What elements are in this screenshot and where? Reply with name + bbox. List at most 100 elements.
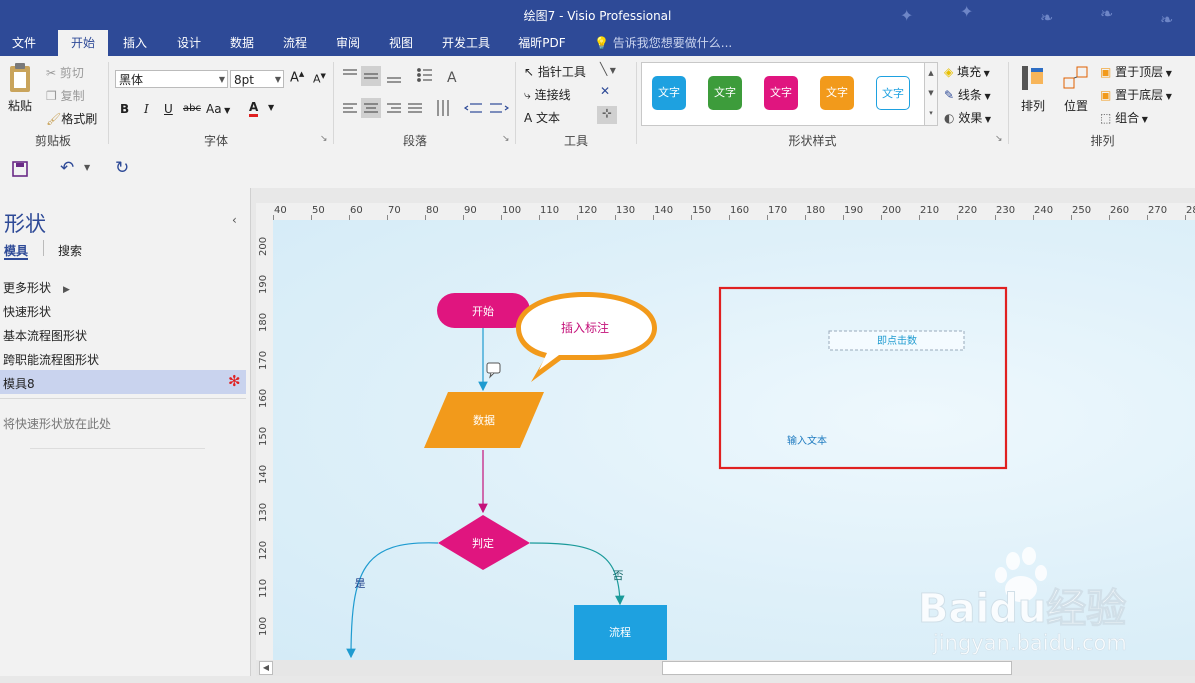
stencil-cross-functional[interactable]: 跨职能流程图形状 bbox=[3, 351, 99, 368]
pointer-tool-button[interactable]: ↖ 指针工具 bbox=[524, 63, 586, 80]
chevron-down-icon[interactable]: ▼ bbox=[84, 163, 90, 172]
stencil-basic-flowchart[interactable]: 基本流程图形状 bbox=[3, 327, 87, 344]
collapse-pane-icon[interactable]: ‹ bbox=[232, 213, 237, 227]
dialog-launcher-icon[interactable]: ↘ bbox=[995, 134, 1003, 144]
font-color-button[interactable]: A bbox=[249, 100, 259, 117]
drawing-canvas[interactable]: 开始 插入标注 数据 判定 是 否 流程 即点击数 输入文本 Baidu经验 j… bbox=[273, 220, 1195, 660]
diagram-svg[interactable]: 开始 插入标注 数据 判定 是 否 流程 即点击数 输入文本 Baidu经验 j… bbox=[273, 220, 1195, 660]
tell-me-box[interactable]: 💡 告诉我您想要做什么... bbox=[594, 30, 732, 56]
connector-no[interactable] bbox=[529, 542, 625, 606]
group-shape-styles-label: 形状样式 bbox=[788, 134, 837, 148]
tell-me-label: 告诉我您想要做什么... bbox=[612, 36, 733, 50]
align-top-icon[interactable] bbox=[343, 69, 357, 75]
arrange-button[interactable]: 排列 bbox=[1014, 64, 1052, 114]
save-icon[interactable] bbox=[12, 161, 28, 177]
scroll-left-icon[interactable]: ◀ bbox=[259, 661, 273, 675]
shrink-font-button[interactable]: A▼ bbox=[313, 72, 326, 86]
style-swatch-magenta[interactable]: 文字 bbox=[764, 76, 798, 110]
tab-search[interactable]: 搜索 bbox=[58, 242, 82, 259]
paste-button[interactable]: 粘贴 bbox=[4, 62, 36, 114]
grow-font-button[interactable]: A▲ bbox=[290, 70, 304, 85]
connector-icon: ⤷ bbox=[524, 88, 531, 102]
tab-process[interactable]: 流程 bbox=[272, 30, 318, 56]
tab-review[interactable]: 审阅 bbox=[325, 30, 371, 56]
decrease-indent-icon[interactable] bbox=[463, 103, 482, 113]
style-swatch-blue[interactable]: 文字 bbox=[652, 76, 686, 110]
tab-design[interactable]: 设计 bbox=[166, 30, 212, 56]
highlight-frame[interactable] bbox=[718, 286, 1008, 470]
chevron-down-icon[interactable]: ▼ bbox=[268, 103, 274, 112]
tab-view[interactable]: 视图 bbox=[378, 30, 424, 56]
ribbon-separator bbox=[333, 62, 334, 144]
change-case-button[interactable]: Aa ▼ bbox=[206, 102, 230, 116]
ruler-tick-label: 150 bbox=[258, 426, 269, 446]
connector-yes[interactable] bbox=[346, 542, 439, 659]
position-button[interactable]: 位置 bbox=[1058, 64, 1094, 114]
dialog-launcher-icon[interactable]: ↘ bbox=[320, 134, 328, 144]
send-back-label: 置于底层 bbox=[1115, 88, 1164, 102]
close-icon[interactable]: ✕ bbox=[600, 84, 610, 98]
gallery-scroll[interactable]: ▲ ▼ ▾ bbox=[924, 62, 938, 126]
group-button[interactable]: ⬚ 组合 ▼ bbox=[1100, 109, 1148, 126]
italic-button[interactable]: I bbox=[144, 102, 149, 116]
tab-data[interactable]: 数据 bbox=[219, 30, 265, 56]
text-tool-button[interactable]: A 文本 bbox=[524, 109, 560, 126]
fill-button[interactable]: ◈ 填充 ▼ bbox=[944, 63, 990, 80]
font-size-select[interactable]: 8pt ▼ bbox=[230, 70, 284, 88]
line-tool-button[interactable]: ╲ ▼ bbox=[600, 62, 616, 76]
tab-stencils[interactable]: 模具 bbox=[4, 242, 28, 259]
style-swatch-white[interactable]: 文字 bbox=[876, 76, 910, 110]
dialog-launcher-icon[interactable]: ↘ bbox=[502, 134, 510, 144]
stencil-8[interactable]: 模具8 bbox=[3, 375, 35, 392]
cut-button[interactable]: ✂ 剪切 bbox=[46, 64, 84, 81]
connector-button[interactable]: ⤷ 连接线 bbox=[524, 86, 571, 103]
tab-foxit-pdf[interactable]: 福昕PDF bbox=[510, 30, 574, 56]
active-tab-underline bbox=[4, 258, 28, 260]
send-back-button[interactable]: ▣ 置于底层 ▼ bbox=[1100, 86, 1172, 103]
stencil-selected-row[interactable] bbox=[0, 370, 246, 394]
undo-icon[interactable]: ↶ bbox=[60, 158, 74, 178]
lightbulb-icon: 💡 bbox=[594, 36, 609, 50]
stencil-quick-shapes[interactable]: 快速形状 bbox=[3, 303, 51, 320]
fill-label: 填充 bbox=[957, 65, 982, 79]
input-text-label[interactable]: 输入文本 bbox=[787, 434, 827, 447]
bullets-icon[interactable] bbox=[417, 68, 432, 82]
paragraph-buttons[interactable]: A bbox=[340, 66, 510, 126]
tab-developer[interactable]: 开发工具 bbox=[434, 30, 498, 56]
strikethrough-button[interactable]: abc bbox=[183, 103, 201, 114]
comment-icon[interactable] bbox=[486, 362, 501, 379]
no-label: 否 bbox=[613, 569, 624, 582]
align-left-icon[interactable] bbox=[343, 103, 357, 113]
format-painter-button[interactable]: 🖌格式刷 bbox=[46, 110, 97, 127]
style-swatch-green[interactable]: 文字 bbox=[708, 76, 742, 110]
increase-indent-icon[interactable] bbox=[490, 103, 510, 113]
ribbon-separator bbox=[108, 62, 109, 144]
align-middle-icon[interactable] bbox=[361, 66, 381, 86]
scroll-thumb[interactable] bbox=[662, 661, 1012, 675]
text-rotate-icon[interactable]: A bbox=[447, 70, 457, 86]
pointer-tool-label: 指针工具 bbox=[537, 65, 586, 79]
justify-icon[interactable] bbox=[408, 103, 422, 113]
line-button[interactable]: ✎ 线条 ▼ bbox=[944, 86, 991, 103]
connection-point-tool-button[interactable]: ⊹ bbox=[597, 106, 617, 124]
text-direction-icon[interactable] bbox=[437, 100, 449, 116]
align-bottom-icon[interactable] bbox=[387, 77, 401, 83]
style-swatch-orange[interactable]: 文字 bbox=[820, 76, 854, 110]
underline-button[interactable]: U bbox=[164, 102, 173, 116]
copy-button[interactable]: ❐ 复制 bbox=[46, 87, 85, 104]
callout-shape[interactable] bbox=[516, 292, 657, 382]
align-right-icon[interactable] bbox=[387, 103, 401, 113]
decor-leaf-icon: ❧ bbox=[1040, 8, 1054, 27]
ribbon-separator bbox=[1008, 62, 1009, 144]
tab-insert[interactable]: 插入 bbox=[112, 30, 158, 56]
tab-home[interactable]: 开始 bbox=[58, 30, 108, 56]
bold-button[interactable]: B bbox=[120, 102, 129, 116]
more-shapes-item[interactable]: 更多形状 ▶ bbox=[3, 279, 70, 296]
redo-icon[interactable]: ↻ bbox=[115, 158, 129, 178]
bring-front-button[interactable]: ▣ 置于顶层 ▼ bbox=[1100, 63, 1172, 80]
quick-shapes-hint: 将快速形状放在此处 bbox=[3, 417, 112, 431]
font-family-select[interactable]: 黑体 ▼ bbox=[115, 70, 228, 88]
effect-button[interactable]: ◐ 效果 ▼ bbox=[944, 109, 991, 126]
format-painter-label: 格式刷 bbox=[61, 112, 98, 126]
tab-file[interactable]: 文件 bbox=[0, 30, 48, 56]
